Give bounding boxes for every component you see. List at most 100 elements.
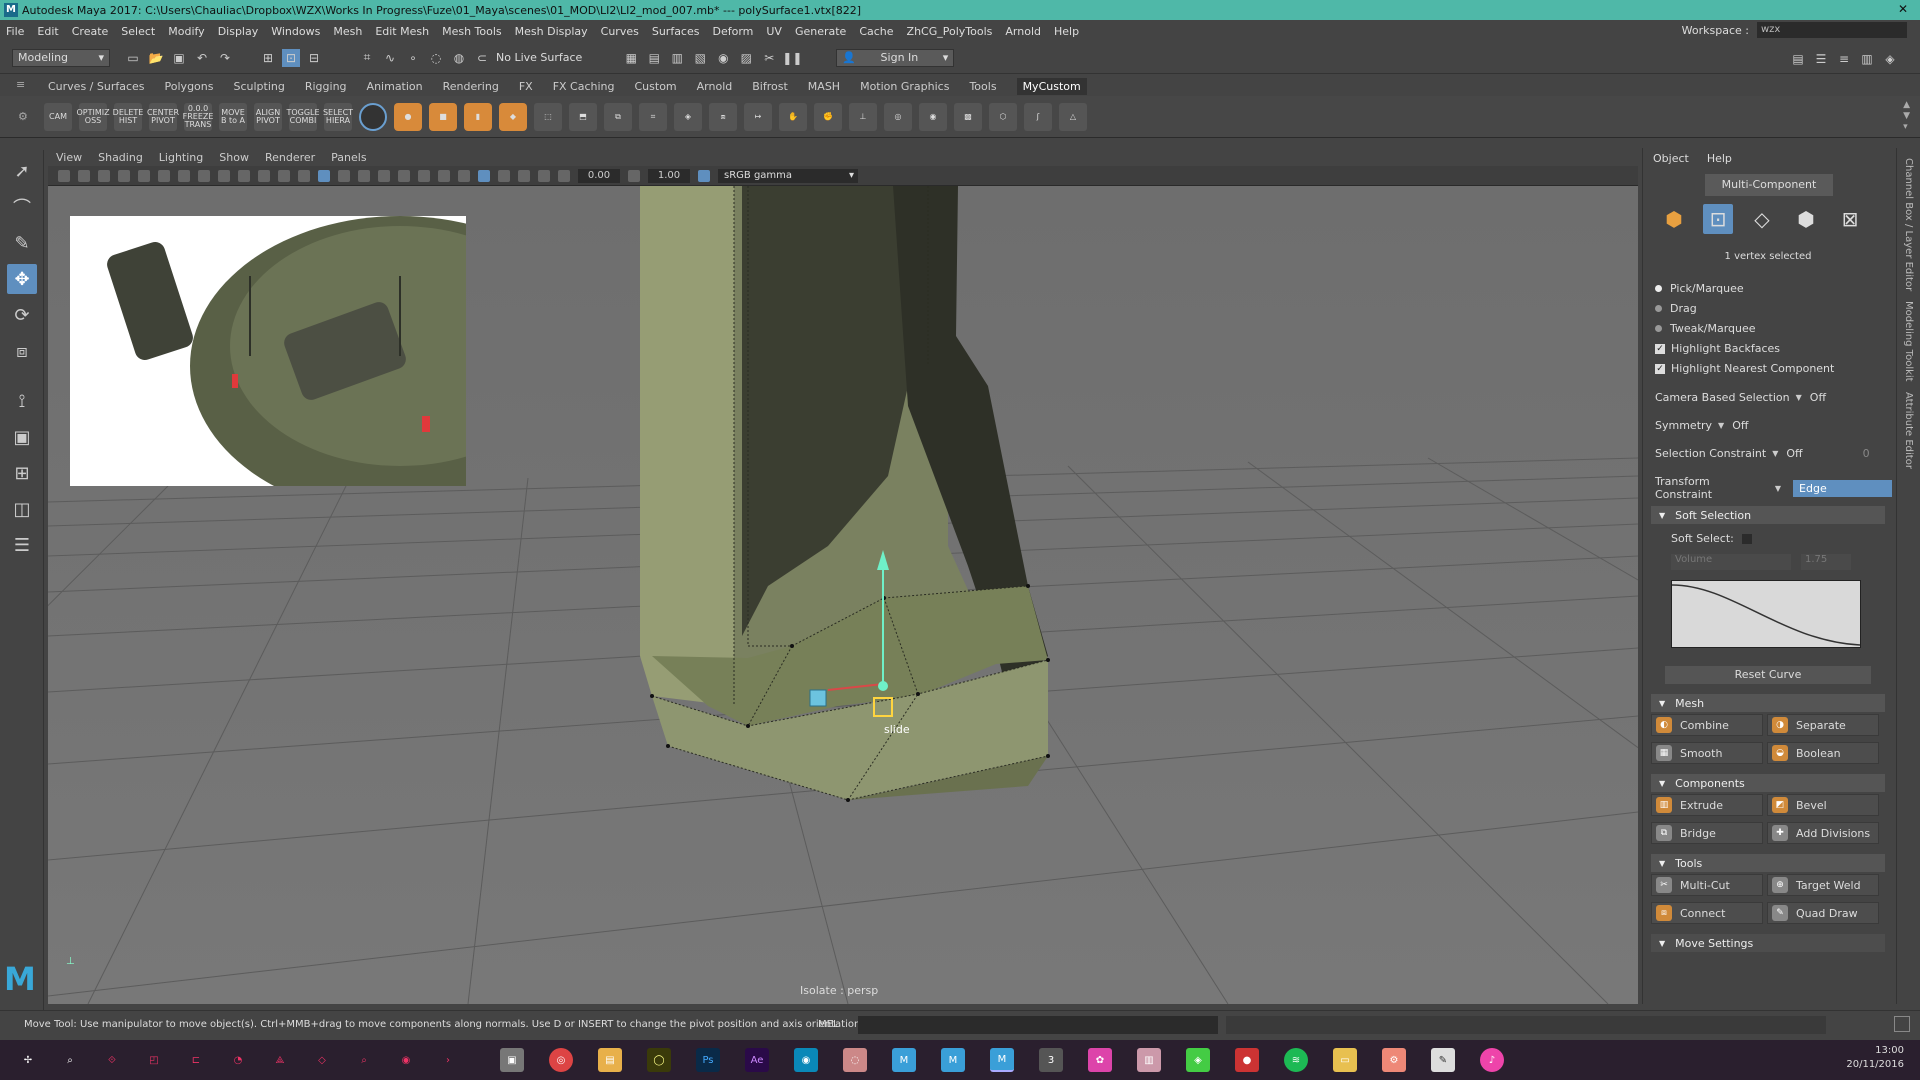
select-object-mode-icon[interactable]: ⊡: [282, 48, 300, 67]
settings-icon[interactable]: ⚙: [1382, 1048, 1406, 1072]
snap-live-icon[interactable]: ◍: [450, 49, 468, 67]
shelf-tab-fx-caching[interactable]: FX Caching: [553, 80, 615, 93]
menu-zhcg-polytools[interactable]: ZhCG_PolyTools: [907, 25, 993, 38]
drag-option[interactable]: Drag: [1655, 302, 1697, 315]
channel-box-tab[interactable]: Channel Box / Layer Editor: [1903, 158, 1914, 291]
multi-cut-button[interactable]: ✂ Multi-Cut: [1651, 874, 1763, 896]
maya-icon-2[interactable]: M: [941, 1048, 965, 1072]
soft-select-row[interactable]: Soft Select:: [1671, 532, 1752, 545]
edge-mode-icon[interactable]: ◇: [1747, 204, 1777, 234]
snap-curve-icon[interactable]: ∿: [381, 49, 399, 67]
quad-draw-button[interactable]: ✎ Quad Draw: [1767, 902, 1879, 924]
align-pivot-icon[interactable]: ALIGN PIVOT: [254, 102, 282, 131]
shelf-tab-animation[interactable]: Animation: [367, 80, 423, 93]
menu-edit[interactable]: Edit: [37, 25, 58, 38]
transform-constraint-row[interactable]: Transform Constraint ▼ Edge: [1655, 475, 1892, 501]
script-editor-icon[interactable]: [1894, 1016, 1910, 1032]
film-gate-icon[interactable]: [198, 169, 210, 182]
menuset-dropdown[interactable]: Modeling ▾: [12, 48, 110, 67]
viewport-menu-panels[interactable]: Panels: [331, 151, 366, 164]
new-scene-icon[interactable]: ▭: [124, 49, 142, 67]
menu-arnold[interactable]: Arnold: [1005, 25, 1041, 38]
motion-blur-icon[interactable]: [458, 169, 470, 182]
save-scene-icon[interactable]: ▣: [170, 49, 188, 67]
maya-icon-3[interactable]: M: [990, 1048, 1014, 1072]
itunes-icon[interactable]: ♪: [1480, 1048, 1504, 1072]
menu-select[interactable]: Select: [121, 25, 155, 38]
connect-button[interactable]: ⧈ Connect: [1651, 902, 1763, 924]
tool-settings-toggle-icon[interactable]: ≡: [1835, 50, 1853, 68]
camera-select-icon[interactable]: [58, 169, 70, 182]
soft-selection-header[interactable]: ▼ Soft Selection: [1651, 506, 1885, 524]
browser-icon[interactable]: ◉: [794, 1048, 818, 1072]
target-weld-button[interactable]: ⊕ Target Weld: [1767, 874, 1879, 896]
hypershade-icon[interactable]: ◉: [714, 49, 732, 67]
default-material-icon[interactable]: [338, 169, 350, 182]
xray-joints-icon[interactable]: [518, 169, 530, 182]
redo-icon[interactable]: ↷: [216, 49, 234, 67]
channel-box-toggle-icon[interactable]: ▥: [1858, 50, 1876, 68]
select-hierarchy-icon[interactable]: SELECT HIERA: [323, 102, 353, 131]
add-divisions-button[interactable]: ✚ Add Divisions: [1767, 822, 1879, 844]
modeling-toolkit-tab[interactable]: Modeling Toolkit: [1903, 301, 1914, 382]
exposure-field[interactable]: 0.00: [578, 168, 620, 183]
pinned-app-3-icon[interactable]: ⊏: [184, 1048, 208, 1072]
camera-based-selection-row[interactable]: Camera Based Selection ▼ Off: [1655, 391, 1826, 404]
vertex-mode-icon[interactable]: ⊡: [1703, 204, 1733, 234]
multi-cut-icon[interactable]: ⌗: [639, 102, 667, 131]
menu-windows[interactable]: Windows: [271, 25, 320, 38]
grid-toggle-icon[interactable]: [178, 169, 190, 182]
pivot-handle[interactable]: [809, 689, 827, 707]
shelf-tab-bifrost[interactable]: Bifrost: [752, 80, 788, 93]
poly-sphere-icon[interactable]: ●: [394, 102, 422, 131]
snap-view-plane-icon[interactable]: ◌: [427, 49, 445, 67]
last-tool-icon[interactable]: ⟟: [7, 386, 37, 416]
move-tool-icon[interactable]: ✥: [7, 264, 37, 294]
combine-button[interactable]: ◐ Combine: [1651, 714, 1763, 736]
shelf-tab-motion-graphics[interactable]: Motion Graphics: [860, 80, 949, 93]
gamma-icon[interactable]: [628, 169, 640, 182]
ipr-render-icon[interactable]: ▥: [668, 49, 686, 67]
script-language-label[interactable]: MEL: [818, 1019, 839, 1030]
command-line-input[interactable]: [858, 1015, 1218, 1034]
toggle-combine-icon[interactable]: TOGGLE COMBI: [286, 102, 320, 131]
render-icon[interactable]: ▨: [737, 49, 755, 67]
falloff-radius-field[interactable]: 1.75: [1801, 554, 1851, 570]
menu-mesh-tools[interactable]: Mesh Tools: [442, 25, 502, 38]
shelf-tab-rigging[interactable]: Rigging: [305, 80, 347, 93]
menu-cache[interactable]: Cache: [859, 25, 893, 38]
open-scene-icon[interactable]: 📂: [147, 49, 165, 67]
pinned-app-4-icon[interactable]: ◔: [226, 1048, 250, 1072]
image-plane-icon[interactable]: [118, 169, 130, 182]
toolkit-menu-object[interactable]: Object: [1653, 152, 1689, 165]
app-green-icon[interactable]: ◯: [647, 1048, 671, 1072]
poly-cube-icon[interactable]: ■: [429, 102, 457, 131]
bridge-button[interactable]: ⧉ Bridge: [1651, 822, 1763, 844]
pinned-app-1-icon[interactable]: ⟐: [100, 1048, 124, 1072]
grab-hand-icon[interactable]: ✋: [779, 102, 807, 131]
wireframe-on-shaded-icon[interactable]: [358, 169, 370, 182]
start-icon[interactable]: ✢: [16, 1048, 40, 1072]
shelf-tab-mycustom[interactable]: MyCustom: [1016, 77, 1087, 95]
freeze-transform-icon[interactable]: 0.0.0 FREEZE TRANS: [183, 102, 213, 131]
grab-hand-alt-icon[interactable]: ✊: [814, 102, 842, 131]
highlight-backfaces-checkbox[interactable]: ✓ Highlight Backfaces: [1655, 342, 1780, 355]
extrude-button[interactable]: ▥ Extrude: [1651, 794, 1763, 816]
folder-icon[interactable]: ▭: [1333, 1048, 1357, 1072]
exposure-icon[interactable]: [558, 169, 570, 182]
xray-components-icon[interactable]: [538, 169, 550, 182]
move-b-to-a-icon[interactable]: MOVE B to A: [219, 102, 247, 131]
field-chart-icon[interactable]: [258, 169, 270, 182]
viewport-menu-lighting[interactable]: Lighting: [159, 151, 203, 164]
mesh-section-header[interactable]: ▼ Mesh: [1651, 694, 1885, 712]
spotify-icon[interactable]: ≋: [1284, 1048, 1308, 1072]
notes-icon[interactable]: ▤: [598, 1048, 622, 1072]
optimize-icon[interactable]: OPTIMIZ OSS: [76, 102, 110, 131]
pinned-app-5-icon[interactable]: ⟁: [268, 1048, 292, 1072]
save-app-icon[interactable]: ▣: [500, 1048, 524, 1072]
menu-mesh[interactable]: Mesh: [333, 25, 362, 38]
shelf-tab-custom[interactable]: Custom: [635, 80, 677, 93]
pick-marquee-option[interactable]: Pick/Marquee: [1655, 282, 1744, 295]
two-view-icon[interactable]: ◫: [7, 494, 37, 524]
camera-attributes-icon[interactable]: [78, 169, 90, 182]
